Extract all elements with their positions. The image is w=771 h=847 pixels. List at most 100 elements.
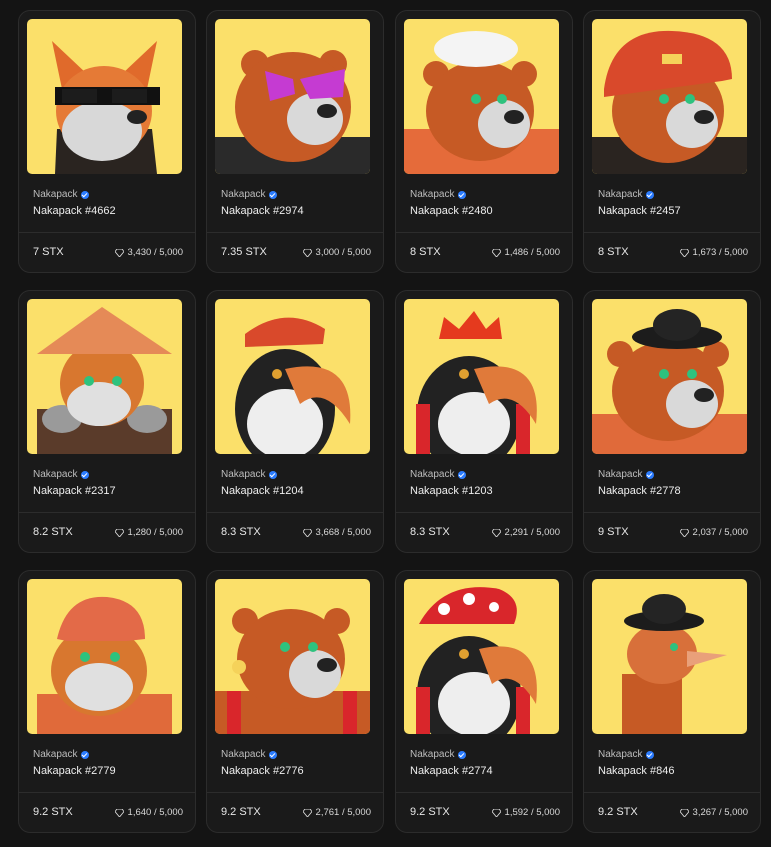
nft-card[interactable]: Nakapack Nakapack #2779 9.2 STX 1,640 / …	[18, 570, 196, 833]
supply-count: 1,640 / 5,000	[114, 807, 183, 818]
nft-card[interactable]: Nakapack Nakapack #2457 8 STX 1,673 / 5,…	[583, 10, 761, 273]
nft-price: 8 STX	[598, 246, 629, 258]
collection-label: Nakapack	[221, 189, 278, 200]
verified-badge-icon	[646, 470, 655, 479]
nft-name[interactable]: Nakapack #2480	[410, 205, 493, 217]
nft-card[interactable]: Nakapack Nakapack #1204 8.3 STX 3,668 / …	[206, 290, 384, 553]
divider	[584, 232, 760, 233]
supply-count: 1,486 / 5,000	[491, 247, 560, 258]
collection-label: Nakapack	[221, 469, 278, 480]
collection-label: Nakapack	[410, 189, 467, 200]
verified-badge-icon	[458, 470, 467, 479]
diamond-icon	[491, 248, 501, 257]
nft-price: 7 STX	[33, 246, 64, 258]
nft-price: 8 STX	[410, 246, 441, 258]
divider	[207, 792, 383, 793]
nft-image-bear-shades	[215, 19, 370, 174]
supply-count: 3,267 / 5,000	[679, 807, 748, 818]
supply-count: 1,592 / 5,000	[491, 807, 560, 818]
collection-name: Nakapack	[221, 749, 266, 760]
nft-name[interactable]: Nakapack #846	[598, 765, 674, 777]
nft-name[interactable]: Nakapack #2776	[221, 765, 304, 777]
nft-name[interactable]: Nakapack #2779	[33, 765, 116, 777]
diamond-icon	[114, 528, 124, 537]
supply-count: 2,761 / 5,000	[302, 807, 371, 818]
nft-image-toucan-cap	[215, 299, 370, 454]
supply-value: 2,291 / 5,000	[504, 527, 560, 538]
nft-name[interactable]: Nakapack #2457	[598, 205, 681, 217]
nft-price: 8.3 STX	[410, 526, 450, 538]
collection-name: Nakapack	[33, 749, 78, 760]
collection-name: Nakapack	[410, 189, 455, 200]
nft-price: 9.2 STX	[221, 806, 261, 818]
nft-price: 9.2 STX	[598, 806, 638, 818]
supply-value: 3,668 / 5,000	[315, 527, 371, 538]
nft-price: 7.35 STX	[221, 246, 267, 258]
nft-name[interactable]: Nakapack #2974	[221, 205, 304, 217]
verified-badge-icon	[81, 190, 90, 199]
nft-card[interactable]: Nakapack Nakapack #4662 7 STX 3,430 / 5,…	[18, 10, 196, 273]
nft-card[interactable]: Nakapack Nakapack #2774 9.2 STX 1,592 / …	[395, 570, 573, 833]
supply-value: 1,673 / 5,000	[692, 247, 748, 258]
verified-badge-icon	[646, 750, 655, 759]
diamond-icon	[302, 248, 312, 257]
nft-name[interactable]: Nakapack #2778	[598, 485, 681, 497]
supply-value: 2,037 / 5,000	[692, 527, 748, 538]
collection-name: Nakapack	[598, 189, 643, 200]
nft-name[interactable]: Nakapack #1203	[410, 485, 493, 497]
nft-card[interactable]: Nakapack Nakapack #2317 8.2 STX 1,280 / …	[18, 290, 196, 553]
supply-count: 2,291 / 5,000	[491, 527, 560, 538]
collection-name: Nakapack	[33, 189, 78, 200]
diamond-icon	[679, 528, 689, 537]
supply-value: 2,761 / 5,000	[315, 807, 371, 818]
nft-price: 8.2 STX	[33, 526, 73, 538]
divider	[19, 512, 195, 513]
nft-name[interactable]: Nakapack #2774	[410, 765, 493, 777]
nft-image-toucan-crown	[404, 299, 559, 454]
diamond-icon	[302, 528, 312, 537]
collection-label: Nakapack	[598, 749, 655, 760]
verified-badge-icon	[269, 470, 278, 479]
nft-image-bear-chef	[404, 19, 559, 174]
supply-count: 3,000 / 5,000	[302, 247, 371, 258]
collection-name: Nakapack	[221, 469, 266, 480]
supply-value: 1,592 / 5,000	[504, 807, 560, 818]
divider	[207, 232, 383, 233]
nft-image-toucan-mushroom	[404, 579, 559, 734]
diamond-icon	[302, 808, 312, 817]
divider	[207, 512, 383, 513]
nft-card[interactable]: Nakapack Nakapack #2778 9 STX 2,037 / 5,…	[583, 290, 761, 553]
nft-price: 9 STX	[598, 526, 629, 538]
supply-value: 3,267 / 5,000	[692, 807, 748, 818]
nft-card[interactable]: Nakapack Nakapack #2480 8 STX 1,486 / 5,…	[395, 10, 573, 273]
supply-value: 3,430 / 5,000	[127, 247, 183, 258]
divider	[19, 232, 195, 233]
divider	[584, 512, 760, 513]
supply-count: 2,037 / 5,000	[679, 527, 748, 538]
diamond-icon	[491, 528, 501, 537]
divider	[396, 232, 572, 233]
nft-name[interactable]: Nakapack #4662	[33, 205, 116, 217]
nft-price: 9.2 STX	[410, 806, 450, 818]
nft-card[interactable]: Nakapack Nakapack #846 9.2 STX 3,267 / 5…	[583, 570, 761, 833]
collection-label: Nakapack	[598, 189, 655, 200]
collection-name: Nakapack	[598, 749, 643, 760]
nft-grid: Nakapack Nakapack #4662 7 STX 3,430 / 5,…	[0, 0, 771, 847]
supply-count: 1,280 / 5,000	[114, 527, 183, 538]
verified-badge-icon	[81, 470, 90, 479]
collection-label: Nakapack	[410, 749, 467, 760]
divider	[396, 512, 572, 513]
nft-name[interactable]: Nakapack #2317	[33, 485, 116, 497]
collection-name: Nakapack	[33, 469, 78, 480]
nft-card[interactable]: Nakapack Nakapack #2776 9.2 STX 2,761 / …	[206, 570, 384, 833]
nft-image-ostrich-bowler	[592, 579, 747, 734]
collection-name: Nakapack	[598, 469, 643, 480]
collection-label: Nakapack	[33, 749, 90, 760]
nft-card[interactable]: Nakapack Nakapack #1203 8.3 STX 2,291 / …	[395, 290, 573, 553]
nft-name[interactable]: Nakapack #1204	[221, 485, 304, 497]
verified-badge-icon	[458, 190, 467, 199]
nft-image-bear-overalls	[215, 579, 370, 734]
supply-value: 1,280 / 5,000	[127, 527, 183, 538]
nft-card[interactable]: Nakapack Nakapack #2974 7.35 STX 3,000 /…	[206, 10, 384, 273]
diamond-icon	[491, 808, 501, 817]
